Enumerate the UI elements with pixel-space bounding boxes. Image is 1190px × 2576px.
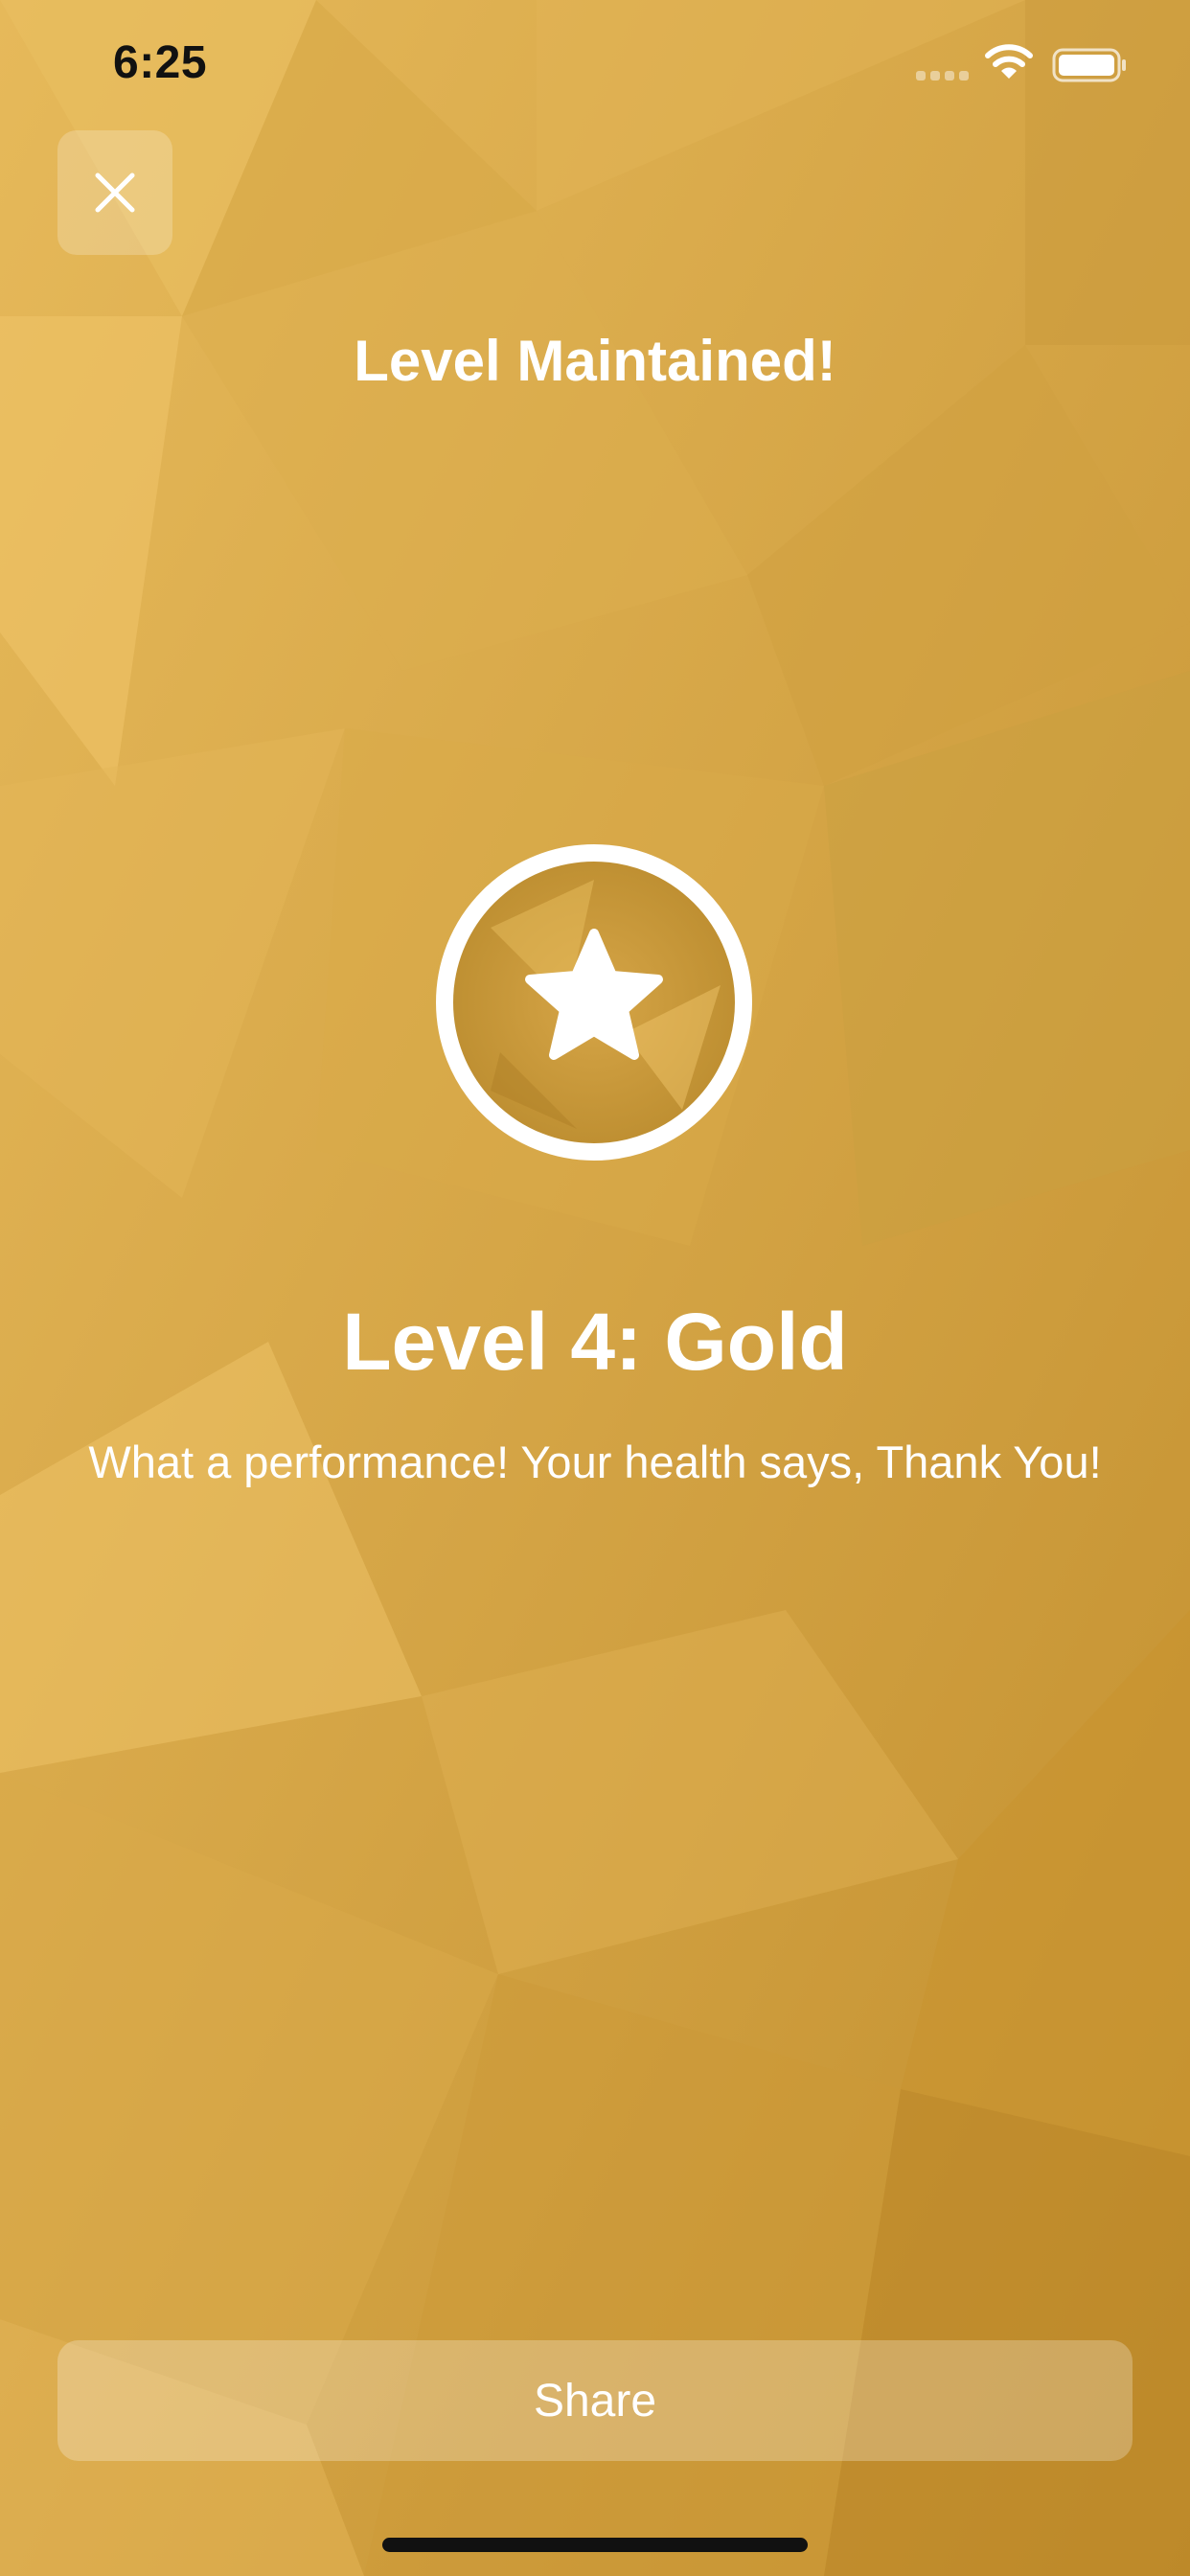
signal-dots-icon [916,71,970,80]
share-button[interactable]: Share [57,2340,1133,2461]
wifi-icon [985,44,1033,79]
level-message: What a performance! Your health says, Th… [88,1437,1102,1487]
close-icon [95,172,135,213]
home-indicator [382,2538,808,2552]
battery-icon [1052,48,1126,82]
status-time: 6:25 [113,37,208,88]
page-title: Level Maintained! [354,329,836,393]
close-button[interactable] [57,130,172,255]
level-badge [436,844,752,1161]
status-bar: 6:25 [0,0,1190,125]
level-title: Level 4: Gold [342,1297,848,1387]
